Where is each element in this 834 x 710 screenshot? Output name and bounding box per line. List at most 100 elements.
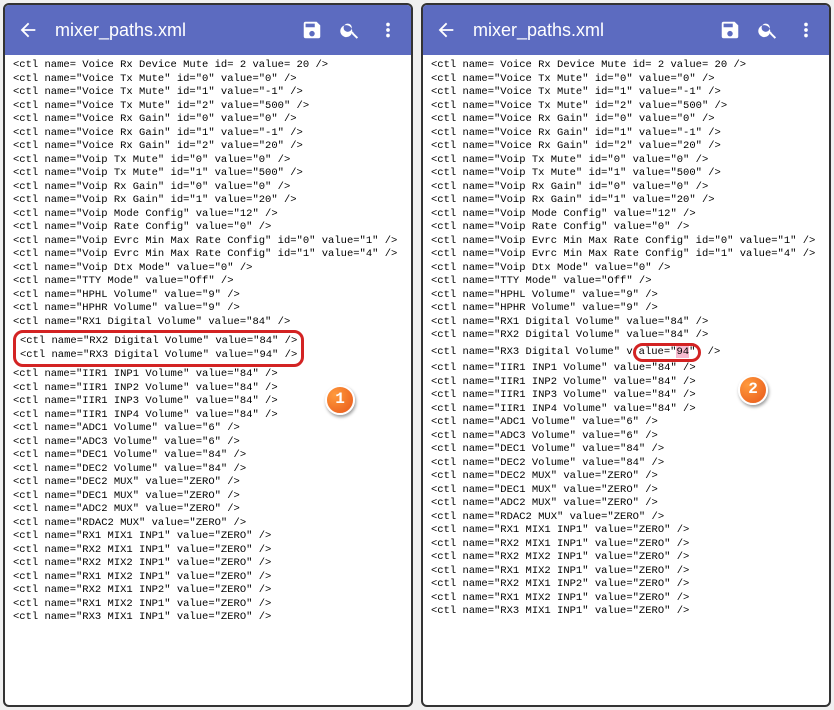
code-line: <ctl name= Voice Rx Device Mute id= 2 va… bbox=[13, 59, 403, 73]
code-line: <ctl name="Voip Evrc Min Max Rate Config… bbox=[431, 248, 821, 262]
file-title: mixer_paths.xml bbox=[473, 20, 703, 41]
code-line: <ctl name="Voip Rx Gain" id="1" value="2… bbox=[13, 194, 403, 208]
phone-screen-left: mixer_paths.xml <ctl name= Voice Rx Devi… bbox=[3, 3, 413, 707]
code-line: <ctl name="RX2 MIX2 INP1" value="ZERO" /… bbox=[13, 557, 403, 571]
code-line: <ctl name="TTY Mode" value="Off" /> bbox=[13, 275, 403, 289]
code-line: <ctl name="RX2 Digital Volume" value="84… bbox=[431, 329, 821, 343]
phone-screen-right: mixer_paths.xml <ctl name= Voice Rx Devi… bbox=[421, 3, 831, 707]
editor-content[interactable]: <ctl name= Voice Rx Device Mute id= 2 va… bbox=[423, 55, 829, 705]
code-line: <ctl name="IIR1 INP1 Volume" value="84" … bbox=[13, 368, 403, 382]
more-icon[interactable] bbox=[377, 19, 399, 41]
code-line: <ctl name="RX1 MIX1 INP1" value="ZERO" /… bbox=[431, 524, 821, 538]
code-line: <ctl name="Voip Evrc Min Max Rate Config… bbox=[431, 235, 821, 249]
code-line: <ctl name="Voip Rate Config" value="0" /… bbox=[13, 221, 403, 235]
code-line: <ctl name="RX1 MIX2 INP1" value="ZERO" /… bbox=[431, 592, 821, 606]
highlight-box-right: alue="94" bbox=[633, 343, 702, 363]
code-line: <ctl name="RX3 Digital Volume" value="94… bbox=[431, 343, 821, 363]
code-line: <ctl name="Voip Rate Config" value="0" /… bbox=[431, 221, 821, 235]
code-line: <ctl name="RX1 MIX1 INP1" value="ZERO" /… bbox=[13, 530, 403, 544]
lines-bottom: <ctl name="IIR1 INP2 Volume" value="84" … bbox=[431, 376, 821, 619]
code-line: <ctl name="RX2 MIX1 INP1" value="ZERO" /… bbox=[431, 538, 821, 552]
code-line: <ctl name="IIR1 INP4 Volume" value="84" … bbox=[431, 403, 821, 417]
code-line: <ctl name="IIR1 INP1 Volume" value="84" … bbox=[431, 362, 821, 376]
code-line: <ctl name="Voice Rx Gain" id="1" value="… bbox=[431, 127, 821, 141]
code-line: <ctl name="Voice Rx Gain" id="2" value="… bbox=[13, 140, 403, 154]
callout-badge-1: 1 bbox=[325, 385, 355, 415]
code-line: <ctl name="Voip Dtx Mode" value="0" /> bbox=[431, 262, 821, 276]
highlight-box-left: <ctl name="RX2 Digital Volume" value="84… bbox=[13, 330, 304, 367]
code-line: <ctl name="ADC3 Volume" value="6" /> bbox=[13, 436, 403, 450]
code-line: <ctl name="RDAC2 MUX" value="ZERO" /> bbox=[431, 511, 821, 525]
code-line: <ctl name="Voip Rx Gain" id="0" value="0… bbox=[13, 181, 403, 195]
code-line: <ctl name="RX3 Digital Volume" value="94… bbox=[20, 349, 297, 363]
code-line: <ctl name="RX2 MIX1 INP2" value="ZERO" /… bbox=[13, 584, 403, 598]
code-line: <ctl name="Voip Rx Gain" id="1" value="2… bbox=[431, 194, 821, 208]
code-line: <ctl name="Voip Mode Config" value="12" … bbox=[13, 208, 403, 222]
code-line: <ctl name="RX2 MIX1 INP2" value="ZERO" /… bbox=[431, 578, 821, 592]
code-line: <ctl name="DEC2 MUX" value="ZERO" /> bbox=[13, 476, 403, 490]
code-line: <ctl name="RX1 Digital Volume" value="84… bbox=[13, 316, 403, 330]
code-line: <ctl name="Voice Rx Gain" id="1" value="… bbox=[13, 127, 403, 141]
code-line: <ctl name="Voip Rx Gain" id="0" value="0… bbox=[431, 181, 821, 195]
code-line: <ctl name="Voip Tx Mute" id="0" value="0… bbox=[431, 154, 821, 168]
code-line: <ctl name="RX1 MIX2 INP1" value="ZERO" /… bbox=[13, 571, 403, 585]
file-title: mixer_paths.xml bbox=[55, 20, 285, 41]
code-line: <ctl name="Voip Tx Mute" id="1" value="5… bbox=[431, 167, 821, 181]
toolbar: mixer_paths.xml bbox=[5, 5, 411, 55]
code-line: <ctl name="Voice Rx Gain" id="0" value="… bbox=[431, 113, 821, 127]
code-line: <ctl name="RX3 MIX1 INP1" value="ZERO" /… bbox=[431, 605, 821, 619]
lines-top: <ctl name= Voice Rx Device Mute id= 2 va… bbox=[13, 59, 403, 329]
callout-badge-2: 2 bbox=[738, 375, 768, 405]
code-line: <ctl name="DEC1 MUX" value="ZERO" /> bbox=[13, 490, 403, 504]
code-line: <ctl name="DEC2 Volume" value="84" /> bbox=[431, 457, 821, 471]
code-line: <ctl name="RX1 MIX2 INP1" value="ZERO" /… bbox=[13, 598, 403, 612]
code-line: <ctl name="ADC2 MUX" value="ZERO" /> bbox=[13, 503, 403, 517]
code-line: <ctl name="Voice Tx Mute" id="1" value="… bbox=[13, 86, 403, 100]
code-line: <ctl name="RX1 Digital Volume" value="84… bbox=[431, 316, 821, 330]
code-line: <ctl name="Voice Tx Mute" id="2" value="… bbox=[431, 100, 821, 114]
code-line: <ctl name="DEC1 Volume" value="84" /> bbox=[13, 449, 403, 463]
back-icon[interactable] bbox=[435, 19, 457, 41]
code-line: <ctl name="DEC1 MUX" value="ZERO" /> bbox=[431, 484, 821, 498]
selected-value: 94 bbox=[676, 346, 689, 358]
code-line: <ctl name="HPHR Volume" value="9" /> bbox=[13, 302, 403, 316]
code-line: <ctl name="Voip Evrc Min Max Rate Config… bbox=[13, 248, 403, 262]
code-line: <ctl name="Voice Rx Gain" id="0" value="… bbox=[13, 113, 403, 127]
code-line: <ctl name="DEC2 Volume" value="84" /> bbox=[13, 463, 403, 477]
code-line: <ctl name="Voip Dtx Mode" value="0" /> bbox=[13, 262, 403, 276]
code-line: <ctl name="Voip Tx Mute" id="1" value="5… bbox=[13, 167, 403, 181]
code-line: <ctl name="HPHR Volume" value="9" /> bbox=[431, 302, 821, 316]
code-line: <ctl name="Voip Evrc Min Max Rate Config… bbox=[13, 235, 403, 249]
editor-content[interactable]: <ctl name= Voice Rx Device Mute id= 2 va… bbox=[5, 55, 411, 705]
code-line: <ctl name="Voip Tx Mute" id="0" value="0… bbox=[13, 154, 403, 168]
more-icon[interactable] bbox=[795, 19, 817, 41]
code-line: <ctl name="RX2 Digital Volume" value="84… bbox=[20, 335, 297, 349]
code-line: <ctl name="Voice Rx Gain" id="2" value="… bbox=[431, 140, 821, 154]
back-icon[interactable] bbox=[17, 19, 39, 41]
lines-top: <ctl name= Voice Rx Device Mute id= 2 va… bbox=[431, 59, 821, 329]
save-icon[interactable] bbox=[301, 19, 323, 41]
code-line: <ctl name="TTY Mode" value="Off" /> bbox=[431, 275, 821, 289]
code-line: <ctl name="RDAC2 MUX" value="ZERO" /> bbox=[13, 517, 403, 531]
code-line: <ctl name="Voice Tx Mute" id="0" value="… bbox=[431, 73, 821, 87]
code-line: <ctl name="ADC3 Volume" value="6" /> bbox=[431, 430, 821, 444]
toolbar: mixer_paths.xml bbox=[423, 5, 829, 55]
code-line: <ctl name="DEC2 MUX" value="ZERO" /> bbox=[431, 470, 821, 484]
code-line: <ctl name="RX1 MIX2 INP1" value="ZERO" /… bbox=[431, 565, 821, 579]
code-line: <ctl name= Voice Rx Device Mute id= 2 va… bbox=[431, 59, 821, 73]
code-line: <ctl name="Voice Tx Mute" id="1" value="… bbox=[431, 86, 821, 100]
code-line: <ctl name="RX2 MIX2 INP1" value="ZERO" /… bbox=[431, 551, 821, 565]
code-line: <ctl name="Voice Tx Mute" id="0" value="… bbox=[13, 73, 403, 87]
save-icon[interactable] bbox=[719, 19, 741, 41]
code-line: <ctl name="ADC2 MUX" value="ZERO" /> bbox=[431, 497, 821, 511]
code-line: <ctl name="ADC1 Volume" value="6" /> bbox=[13, 422, 403, 436]
code-line: <ctl name="RX3 MIX1 INP1" value="ZERO" /… bbox=[13, 611, 403, 625]
code-line: <ctl name="HPHL Volume" value="9" /> bbox=[13, 289, 403, 303]
search-icon[interactable] bbox=[757, 19, 779, 41]
search-icon[interactable] bbox=[339, 19, 361, 41]
code-line: <ctl name="DEC1 Volume" value="84" /> bbox=[431, 443, 821, 457]
code-line: <ctl name="Voice Tx Mute" id="2" value="… bbox=[13, 100, 403, 114]
code-line: <ctl name="Voip Mode Config" value="12" … bbox=[431, 208, 821, 222]
lines-bottom: <ctl name="IIR1 INP2 Volume" value="84" … bbox=[13, 382, 403, 625]
code-line: <ctl name="ADC1 Volume" value="6" /> bbox=[431, 416, 821, 430]
